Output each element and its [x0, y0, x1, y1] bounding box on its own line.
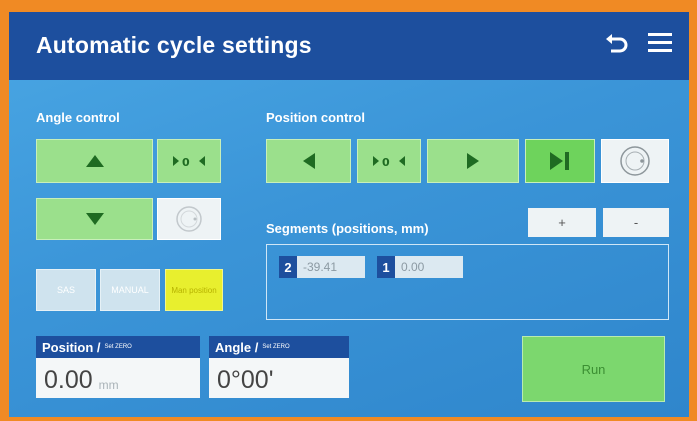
- position-unit: mm: [98, 378, 119, 392]
- angle-center-button[interactable]: 0: [157, 139, 221, 183]
- man-position-button[interactable]: Man position: [165, 269, 223, 311]
- segments-list: 2 -39.41 1 0.00: [266, 244, 669, 320]
- angle-control-label: Angle control: [36, 110, 120, 125]
- angle-set-zero-label[interactable]: Set ZERO: [262, 344, 289, 350]
- triangle-right-icon: [467, 153, 479, 169]
- angle-readout[interactable]: Angle / Set ZERO 0°00': [209, 336, 349, 399]
- position-value: 0.00: [44, 366, 93, 394]
- position-right-button[interactable]: [427, 139, 519, 183]
- position-center-button[interactable]: 0: [357, 139, 421, 183]
- page-title: Automatic cycle settings: [36, 32, 312, 58]
- triangle-down-icon: [85, 213, 104, 225]
- position-readout[interactable]: Position / Set ZERO 0.00 mm: [36, 336, 200, 399]
- triangle-up-icon: [85, 155, 104, 167]
- screen: Automatic cycle settings Angle control 0: [9, 12, 689, 417]
- run-button[interactable]: Run: [522, 336, 665, 402]
- segment-value: -39.41: [297, 256, 365, 278]
- angle-value: 0°00': [217, 366, 274, 394]
- segment-item[interactable]: 2 -39.41: [279, 256, 365, 278]
- manual-button[interactable]: MANUAL: [100, 269, 160, 311]
- position-control-label: Position control: [266, 110, 365, 125]
- center-arrows-icon: 0: [173, 156, 205, 167]
- position-left-button[interactable]: [266, 139, 351, 183]
- undo-arrow-icon[interactable]: [603, 30, 629, 59]
- position-set-zero-label[interactable]: Set ZERO: [105, 344, 132, 350]
- segments-label: Segments (positions, mm): [266, 221, 429, 236]
- hamburger-menu-icon[interactable]: [647, 30, 673, 59]
- triangle-left-icon: [302, 153, 315, 169]
- position-end-button[interactable]: [525, 139, 595, 183]
- skip-to-end-icon: [550, 152, 569, 170]
- segment-index: 1: [377, 256, 395, 278]
- position-readout-title: Position /: [42, 339, 101, 355]
- segment-item[interactable]: 1 0.00: [377, 256, 463, 278]
- sas-button[interactable]: SAS: [36, 269, 96, 311]
- title-bar: Automatic cycle settings: [9, 12, 689, 80]
- dial-icon: [176, 206, 202, 232]
- dial-icon: [620, 146, 650, 176]
- add-segment-button[interactable]: +: [528, 208, 596, 237]
- segment-value: 0.00: [395, 256, 463, 278]
- center-arrows-icon: 0: [373, 156, 405, 167]
- segment-index: 2: [279, 256, 297, 278]
- remove-segment-button[interactable]: -: [603, 208, 669, 237]
- angle-readout-title: Angle /: [215, 339, 259, 355]
- angle-down-button[interactable]: [36, 198, 153, 240]
- svg-text:0: 0: [382, 156, 390, 167]
- position-dial-button[interactable]: [601, 139, 669, 183]
- angle-dial-button[interactable]: [157, 198, 221, 240]
- angle-up-button[interactable]: [36, 139, 153, 183]
- svg-text:0: 0: [182, 156, 190, 167]
